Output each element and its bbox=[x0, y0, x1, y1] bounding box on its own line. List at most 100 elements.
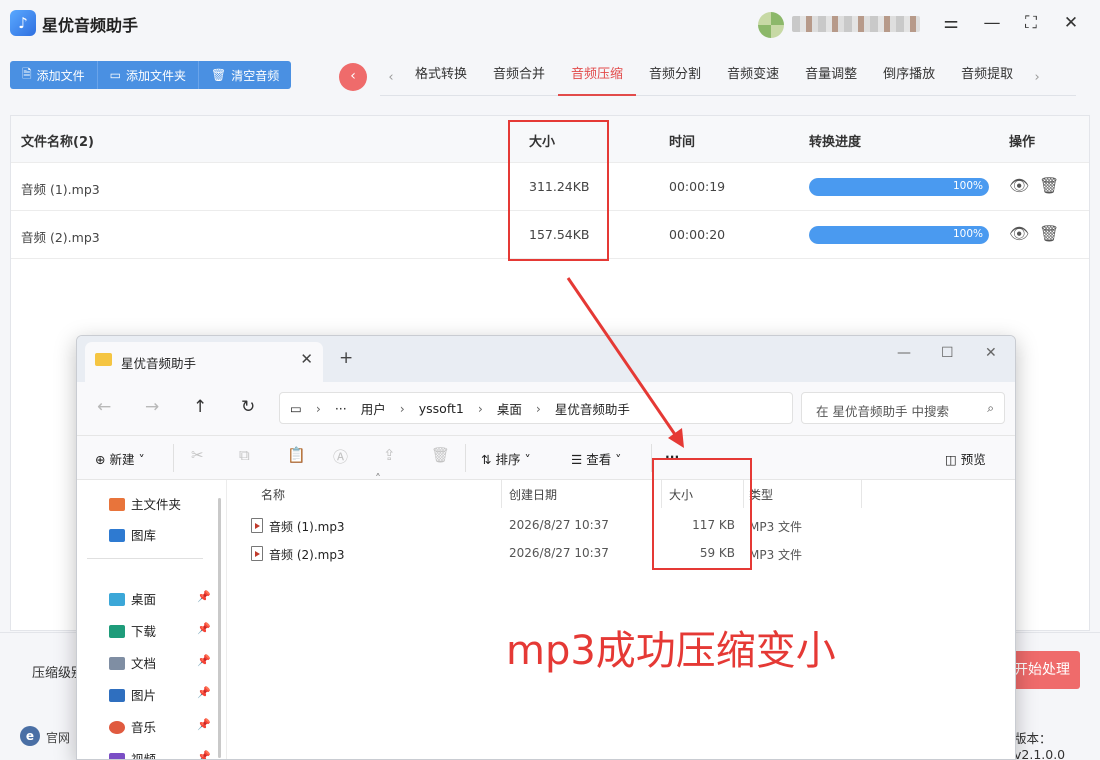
col-file-name[interactable]: 文件名称(2) bbox=[21, 131, 94, 150]
nav-pictures[interactable]: 图片 bbox=[109, 685, 156, 704]
scrollbar[interactable] bbox=[218, 498, 221, 758]
website-icon[interactable]: e bbox=[20, 726, 40, 746]
pin-icon: 📌 bbox=[197, 654, 211, 667]
file-date: 2026/8/27 10:37 bbox=[509, 546, 609, 560]
tab-audio-merge[interactable]: 音频合并 bbox=[480, 60, 558, 96]
tab-audio-speed[interactable]: 音频变速 bbox=[714, 60, 792, 96]
col-action: 操作 bbox=[1009, 135, 1036, 150]
delete-icon[interactable]: 🗑 bbox=[431, 446, 450, 464]
chevron-right-icon: › bbox=[535, 400, 541, 416]
maximize-button[interactable]: ☐ bbox=[941, 345, 954, 361]
file-type: MP3 文件 bbox=[749, 548, 803, 562]
new-button[interactable]: ⊕ 新建 ˅ bbox=[95, 449, 145, 468]
preview-eye-icon[interactable]: 👁 bbox=[1009, 176, 1029, 195]
music-icon bbox=[109, 721, 125, 734]
chevron-right-icon: › bbox=[477, 400, 483, 416]
tab-audio-extract[interactable]: 音频提取 bbox=[948, 60, 1026, 96]
explorer-tab-title: 星优音频助手 bbox=[121, 356, 197, 371]
refresh-icon[interactable]: ↻ bbox=[241, 397, 255, 417]
minimize-button[interactable]: — bbox=[981, 12, 1003, 34]
more-crumbs-icon[interactable]: ··· bbox=[335, 401, 347, 416]
close-button[interactable]: ✕ bbox=[985, 345, 997, 361]
main-toolbar: 🗎 添加文件 ▭ 添加文件夹 🗑 清空音频 bbox=[10, 61, 292, 89]
column-divider[interactable] bbox=[861, 480, 862, 508]
col-type[interactable]: 类型 bbox=[749, 486, 773, 503]
rename-icon[interactable]: Ⓐ bbox=[333, 446, 348, 467]
user-avatar[interactable] bbox=[758, 12, 784, 38]
tab-audio-compress[interactable]: 音频压缩 bbox=[558, 60, 637, 96]
column-divider[interactable] bbox=[501, 480, 502, 508]
tab-format-convert[interactable]: 格式转换 bbox=[402, 60, 480, 96]
nav-desktop[interactable]: 桌面 bbox=[109, 589, 156, 608]
file-row[interactable]: 音频 (1).mp3 2026/8/27 10:37 117 KB MP3 文件 bbox=[247, 513, 1007, 539]
progress-label: 100% bbox=[952, 228, 983, 240]
back-arrow-icon[interactable]: ← bbox=[97, 397, 111, 417]
nav-downloads[interactable]: 下载 bbox=[109, 621, 156, 640]
file-name: 音频 (1).mp3 bbox=[21, 182, 100, 197]
file-date: 2026/8/27 10:37 bbox=[509, 518, 609, 532]
share-icon[interactable]: ⇪ bbox=[383, 446, 396, 464]
desktop-icon bbox=[109, 593, 125, 606]
nav-videos[interactable]: 视频 bbox=[109, 749, 156, 759]
forward-arrow-icon[interactable]: → bbox=[145, 397, 159, 417]
add-file-button[interactable]: 🗎 添加文件 bbox=[10, 61, 98, 89]
file-explorer-window: 星优音频助手 ✕ + — ☐ ✕ ← → ↑ ↻ ▭ › ··· 用户 › ys… bbox=[76, 335, 1016, 760]
tab-audio-split[interactable]: 音频分割 bbox=[636, 60, 714, 96]
crumb-desktop[interactable]: 桌面 bbox=[497, 399, 522, 418]
folder-icon: ▭ bbox=[109, 68, 122, 82]
file-row[interactable]: 音频 (2).mp3 2026/8/27 10:37 59 KB MP3 文件 bbox=[247, 541, 1007, 567]
nav-label: 文档 bbox=[131, 656, 157, 671]
paste-icon[interactable]: 📋 bbox=[287, 446, 306, 464]
crumb-yssoft1[interactable]: yssoft1 bbox=[419, 401, 464, 416]
add-folder-button[interactable]: ▭ 添加文件夹 bbox=[97, 61, 200, 89]
view-button[interactable]: ☰ 查看 ˅ bbox=[571, 449, 621, 468]
tab-volume-adjust[interactable]: 音量调整 bbox=[792, 60, 870, 96]
navigation-pane: 主文件夹 图库 桌面 📌 下载 📌 文档 📌 图片 📌 音乐 📌 视频 📌 bbox=[77, 480, 227, 759]
delete-trash-icon[interactable]: 🗑 bbox=[1039, 176, 1059, 195]
close-button[interactable]: ✕ bbox=[1060, 12, 1082, 34]
up-arrow-icon[interactable]: ↑ bbox=[193, 397, 207, 417]
delete-trash-icon[interactable]: 🗑 bbox=[1039, 224, 1059, 243]
breadcrumb[interactable]: ▭ › ··· 用户 › yssoft1 › 桌面 › 星优音频助手 bbox=[279, 392, 793, 424]
col-time[interactable]: 时间 bbox=[669, 131, 695, 150]
mp3-file-icon bbox=[251, 546, 263, 561]
nav-documents[interactable]: 文档 bbox=[109, 653, 156, 672]
nav-music[interactable]: 音乐 bbox=[109, 717, 156, 736]
crumb-current-folder[interactable]: 星优音频助手 bbox=[555, 399, 630, 418]
function-tabs: ‹ 格式转换 音频合并 音频压缩 音频分割 音频变速 音量调整 倒序播放 音频提… bbox=[380, 60, 1076, 96]
search-input[interactable]: 在 星优音频助手 中搜索 ⌕ bbox=[801, 392, 1005, 424]
explorer-tab[interactable]: 星优音频助手 ✕ bbox=[85, 342, 323, 382]
nav-home[interactable]: 主文件夹 bbox=[109, 494, 181, 513]
col-created-date[interactable]: 创建日期 bbox=[509, 486, 557, 503]
app-title: 星优音频助手 bbox=[42, 16, 139, 35]
tab-scroll-right-icon[interactable]: › bbox=[1026, 70, 1048, 85]
gallery-icon bbox=[109, 529, 125, 542]
progress-bar: 100% bbox=[809, 226, 989, 244]
settings-icon[interactable]: ⚌ bbox=[940, 12, 962, 34]
sort-button[interactable]: ⇅ 排序 ˅ bbox=[481, 449, 531, 468]
preview-eye-icon[interactable]: 👁 bbox=[1009, 224, 1029, 243]
pin-icon: 📌 bbox=[197, 686, 211, 699]
sort-ascending-icon: ˄ bbox=[375, 472, 381, 486]
col-name[interactable]: 名称 bbox=[261, 486, 285, 503]
new-tab-icon[interactable]: + bbox=[339, 348, 353, 368]
cut-icon[interactable]: ✂ bbox=[191, 446, 204, 464]
file-name: 音频 (2).mp3 bbox=[269, 548, 345, 562]
divider bbox=[465, 444, 466, 472]
copy-icon[interactable]: ⧉ bbox=[239, 446, 250, 464]
nav-label: 音乐 bbox=[131, 720, 157, 735]
search-placeholder: 在 星优音频助手 中搜索 bbox=[816, 404, 949, 419]
tab-scroll-left-icon[interactable]: ‹ bbox=[380, 70, 402, 85]
website-link[interactable]: 官网 bbox=[46, 729, 70, 746]
close-tab-icon[interactable]: ✕ bbox=[300, 350, 313, 368]
minimize-button[interactable]: — bbox=[897, 345, 911, 361]
maximize-button[interactable]: ⛶ bbox=[1020, 12, 1042, 34]
file-duration: 00:00:20 bbox=[669, 227, 726, 242]
preview-pane-button[interactable]: ◫ 预览 bbox=[945, 449, 986, 468]
tab-reverse-play[interactable]: 倒序播放 bbox=[870, 60, 948, 96]
download-icon bbox=[109, 625, 125, 638]
crumb-users[interactable]: 用户 bbox=[361, 399, 386, 418]
nav-gallery[interactable]: 图库 bbox=[109, 525, 156, 544]
collapse-arrow-button[interactable]: ‹ bbox=[339, 63, 367, 91]
clear-audio-button[interactable]: 🗑 清空音频 bbox=[199, 61, 292, 89]
